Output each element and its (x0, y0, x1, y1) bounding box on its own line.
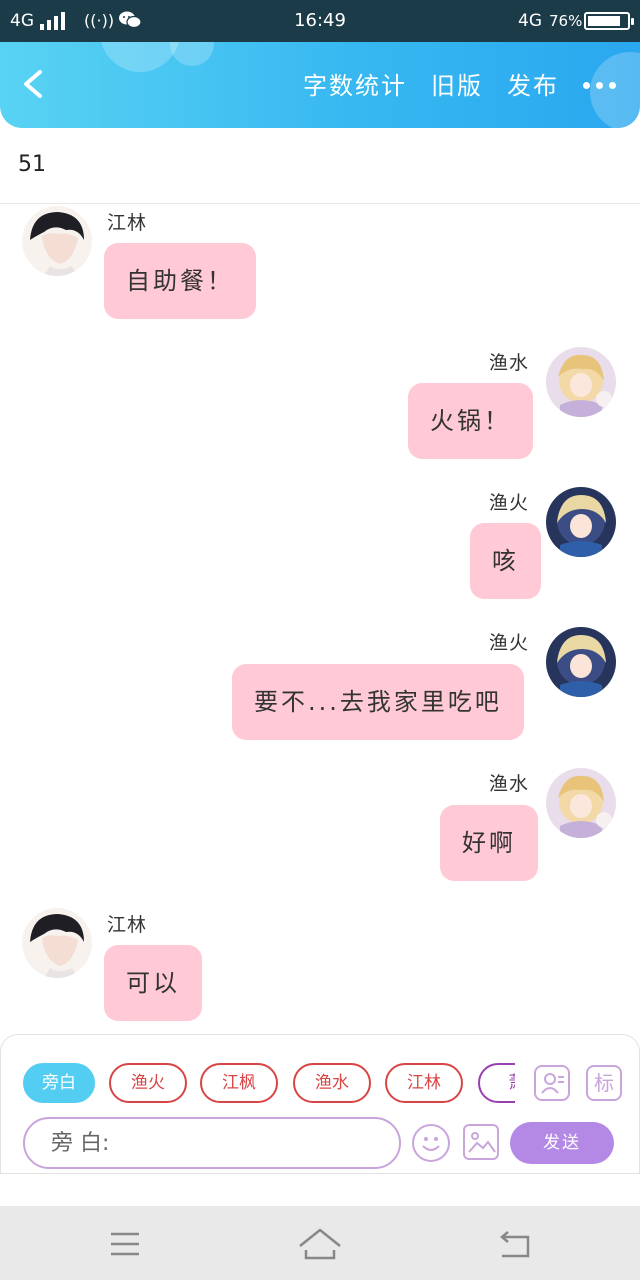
send-button[interactable]: 发送 (510, 1122, 614, 1164)
avatar-jianglin[interactable] (22, 206, 92, 276)
header-actions: 字数统计 旧版 发布 (303, 66, 616, 101)
role-card-icon[interactable] (534, 1065, 570, 1101)
clock: 16:49 (294, 10, 346, 31)
chat-editor-screen: 4G ((·)) 16:49 4G 76% 字数统计 旧版 发布 51 江林 自… (0, 0, 640, 1280)
home-icon[interactable] (298, 1224, 342, 1264)
message-bubble[interactable]: 要不...去我家里吃吧 (232, 664, 524, 740)
word-count-button[interactable]: 字数统计 (303, 66, 407, 101)
battery-percent: 76% (549, 12, 583, 30)
word-count-row: 51 (0, 128, 640, 204)
sender-name: 江林 (107, 212, 148, 234)
top-header: 字数统计 旧版 发布 (0, 42, 640, 128)
avatar-yuhuo[interactable] (546, 487, 616, 557)
avatar-jianglin[interactable] (22, 908, 92, 978)
message-bubble[interactable]: 好啊 (440, 805, 538, 881)
system-nav-bar (0, 1206, 640, 1280)
message-bubble[interactable]: 自助餐！ (104, 243, 256, 319)
character-selector: 旁白 渔火 江枫 渔水 江林 萧 (23, 1063, 515, 1103)
more-options-icon[interactable] (583, 78, 616, 89)
character-chip[interactable]: 江枫 (200, 1063, 278, 1103)
message-bubble[interactable]: 火锅！ (408, 383, 533, 459)
network-type-2: 4G (518, 11, 542, 31)
word-count-value: 51 (18, 152, 46, 177)
sender-name: 渔火 (489, 492, 530, 514)
character-chip[interactable]: 萧 (478, 1063, 515, 1103)
character-chip[interactable]: 江林 (385, 1063, 463, 1103)
avatar-yushui[interactable] (546, 768, 616, 838)
sender-name: 渔水 (489, 352, 530, 374)
back-nav-icon[interactable] (496, 1224, 536, 1264)
character-chip-narrator[interactable]: 旁白 (23, 1063, 95, 1103)
tag-button[interactable]: 标 (586, 1065, 622, 1101)
old-version-button[interactable]: 旧版 (431, 66, 483, 101)
character-chip[interactable]: 渔水 (293, 1063, 371, 1103)
avatar-yushui[interactable] (546, 347, 616, 417)
sender-name: 渔水 (489, 773, 530, 795)
status-bar: 4G ((·)) 16:49 4G 76% (0, 0, 640, 42)
message-bubble[interactable]: 可以 (104, 945, 202, 1021)
avatar-yuhuo[interactable] (546, 627, 616, 697)
battery-icon (584, 12, 634, 30)
menu-icon[interactable] (105, 1224, 145, 1264)
sender-name: 江林 (107, 914, 148, 936)
image-icon[interactable] (463, 1124, 499, 1160)
sender-name: 渔火 (489, 632, 530, 654)
message-bubble[interactable]: 咳 (470, 523, 541, 599)
emoji-icon[interactable] (412, 1124, 450, 1162)
message-input[interactable] (23, 1117, 401, 1169)
back-button[interactable] (14, 64, 54, 104)
character-chip[interactable]: 渔火 (109, 1063, 187, 1103)
publish-button[interactable]: 发布 (507, 66, 559, 101)
